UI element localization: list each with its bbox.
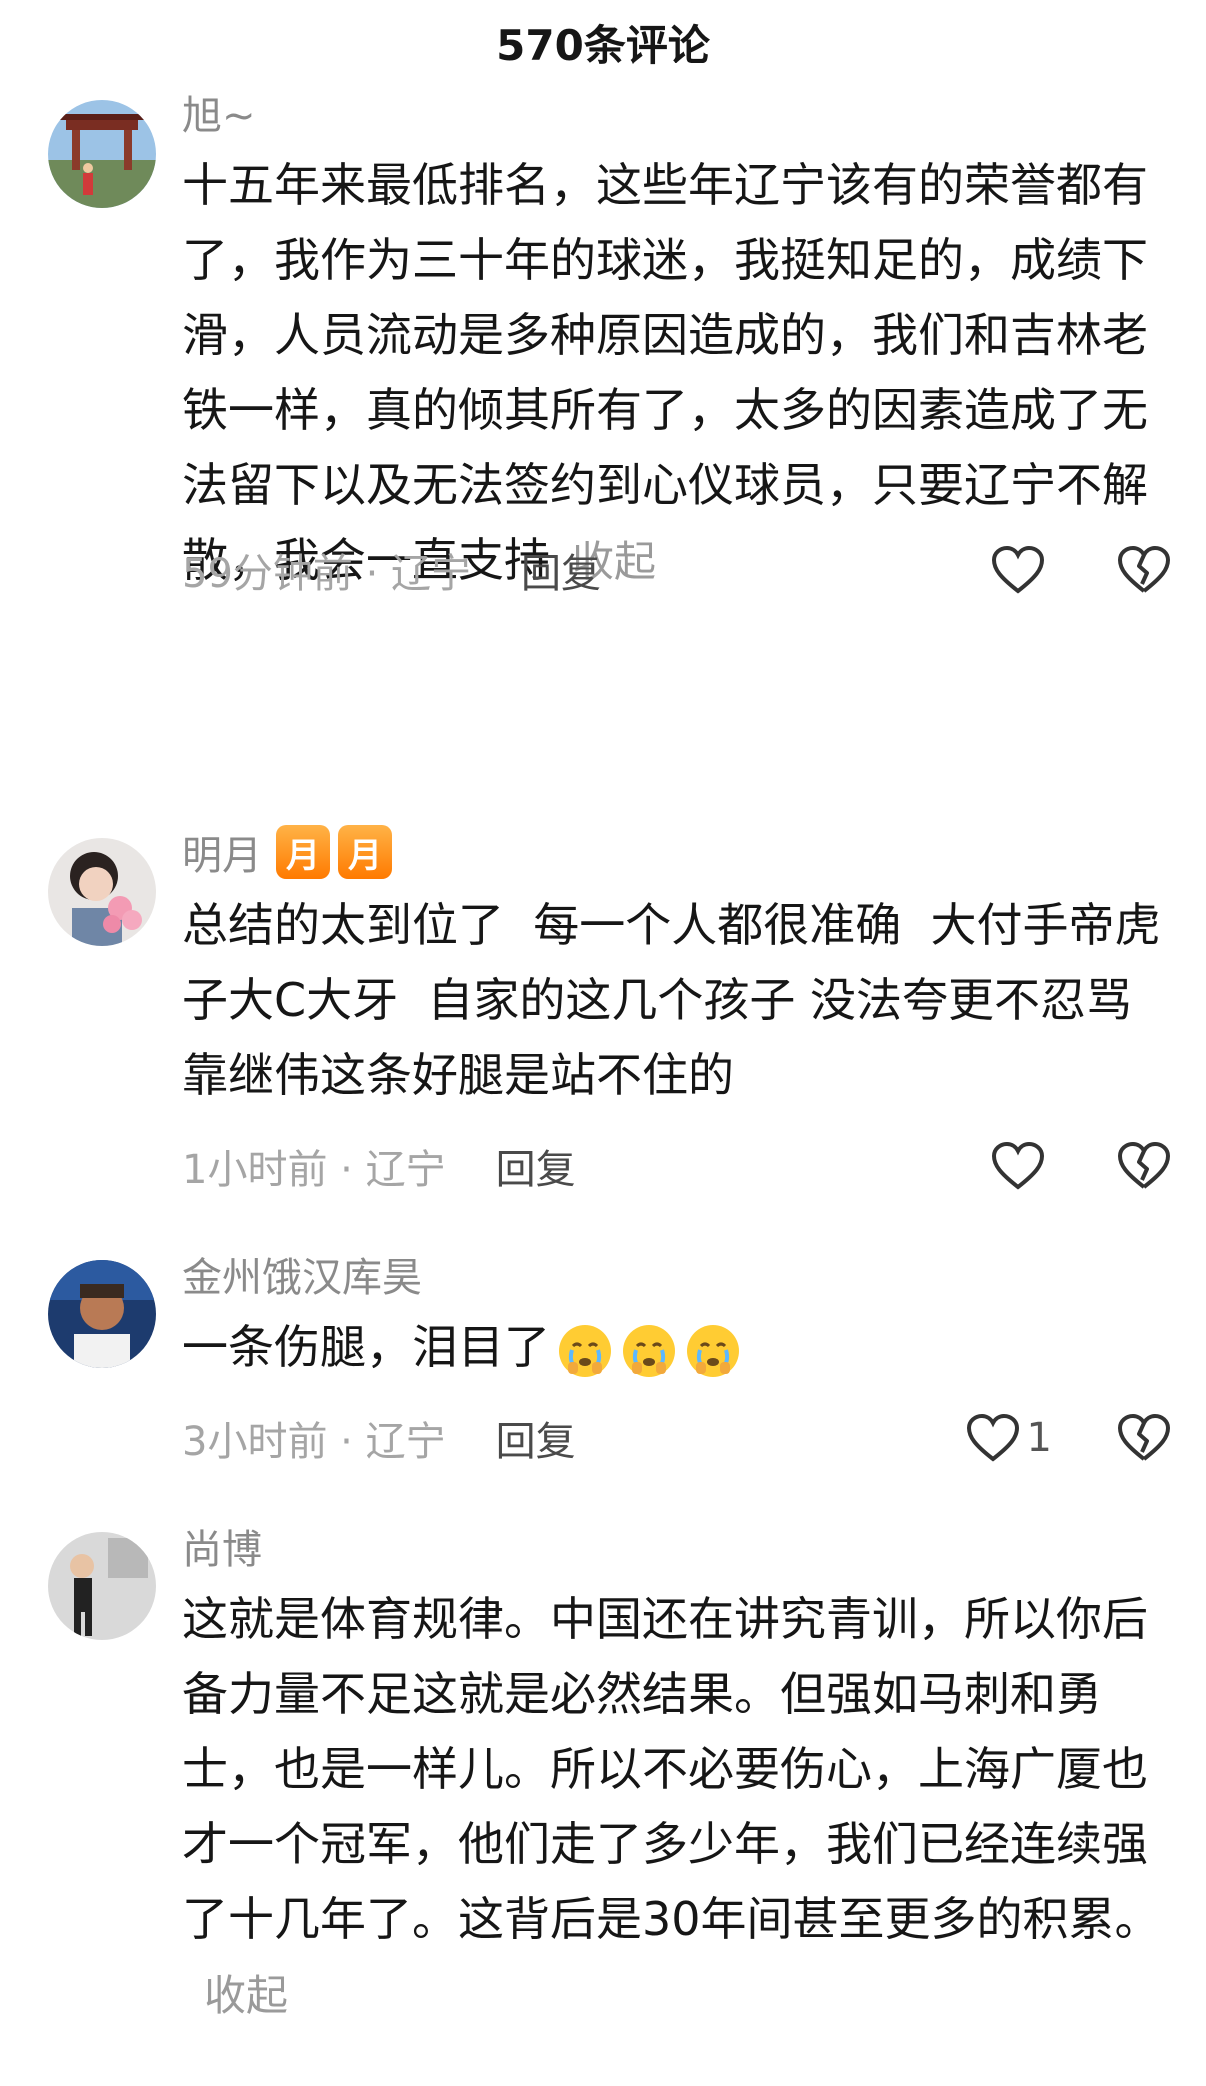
username[interactable]: 旭~ (182, 83, 256, 141)
like-button[interactable]: 1 (965, 1408, 1052, 1468)
reply-button[interactable]: 回复 (521, 541, 601, 599)
comment-text: 一条伤腿，泪目了 (182, 1310, 1162, 1385)
comment-text: 总结的太到位了 每一个人都很准确 大付手帝虎子大C大牙 自家的这几个孩子 没法夸… (182, 898, 1162, 1102)
avatar[interactable] (48, 838, 156, 946)
collapse-link[interactable]: 收起 (204, 1971, 288, 2020)
comment-text: 这就是体育规律。中国还在讲究青训，所以你后备力量不足这就是必然结果。但强如马刺和… (182, 1592, 1161, 2020)
broken-heart-icon (1118, 1414, 1170, 1461)
heart-outline-icon (991, 545, 1045, 594)
comment-time-location: 59分钟前 · 辽宁 (182, 551, 472, 597)
comment-count-title: 570条评论 (496, 20, 710, 70)
level-badge: 月 (338, 825, 392, 879)
heart-outline-icon (991, 1141, 1045, 1190)
avatar[interactable] (48, 1532, 156, 1640)
username[interactable]: 明月 (182, 823, 262, 881)
comment-time-location: 3小时前 · 辽宁 (182, 1419, 446, 1465)
username[interactable]: 金州饿汉库昊 (182, 1245, 422, 1303)
dislike-button[interactable] (1116, 1408, 1172, 1468)
heart-outline-icon (966, 1413, 1019, 1462)
avatar[interactable] (48, 1260, 156, 1368)
crying-face-icon (556, 1322, 614, 1380)
level-badge: 月 (276, 825, 330, 879)
dislike-button[interactable] (1116, 1136, 1172, 1196)
username[interactable]: 尚博 (182, 1517, 262, 1575)
crying-face-icon (684, 1322, 742, 1380)
like-button[interactable] (990, 1136, 1052, 1196)
like-button[interactable] (990, 540, 1052, 600)
broken-heart-icon (1118, 546, 1170, 593)
reply-button[interactable]: 回复 (496, 1137, 576, 1195)
reply-button[interactable]: 回复 (496, 1409, 576, 1467)
comments-header: 570条评论 (0, 0, 1206, 84)
broken-heart-icon (1118, 1142, 1170, 1189)
comment-text: 十五年来最低排名，这些年辽宁该有的荣誉都有了，我作为三十年的球迷，我挺知足的，成… (182, 158, 1148, 587)
crying-face-icon (620, 1322, 678, 1380)
dislike-button[interactable] (1116, 540, 1172, 600)
avatar[interactable] (48, 100, 156, 208)
comment-time-location: 1小时前 · 辽宁 (182, 1147, 446, 1193)
like-count: 1 (1026, 1415, 1052, 1461)
